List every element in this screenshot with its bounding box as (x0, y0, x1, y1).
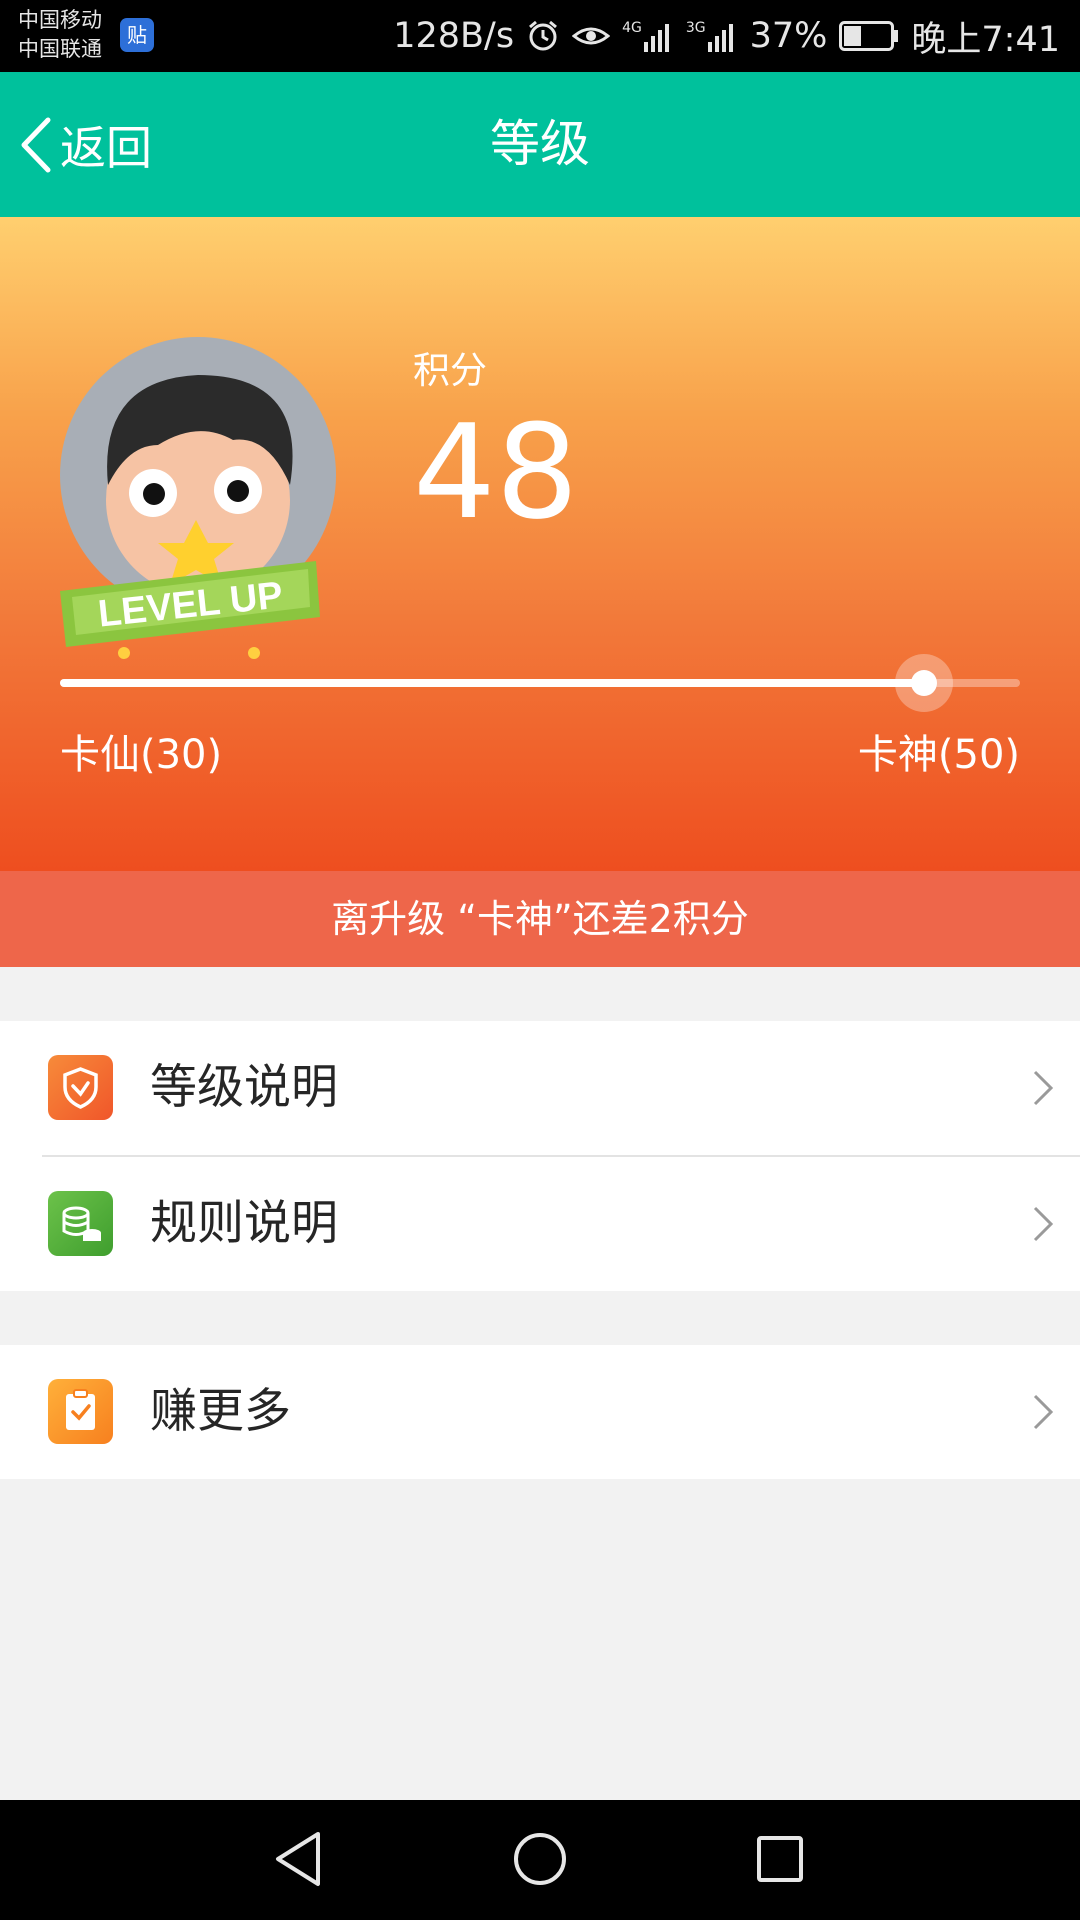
back-triangle-icon[interactable] (272, 1830, 324, 1888)
level-hero: LEVEL UP 积分 48 卡仙(30) 卡神(50) (0, 217, 1080, 871)
alarm-icon (529, 20, 558, 51)
progress-knob (895, 654, 953, 712)
battery-icon (839, 21, 899, 51)
current-level-label: 卡仙(30) (60, 732, 223, 778)
earn-more-row[interactable]: 赚更多 (0, 1345, 1080, 1479)
network-speed: 128B/s (393, 16, 515, 56)
level-progress-bar (60, 654, 1020, 712)
chevron-right-icon (1033, 1206, 1054, 1242)
clock: 晚上7:41 (911, 19, 1060, 60)
signal-1-icon (643, 24, 669, 52)
clipboard-check-icon (48, 1379, 113, 1444)
notification-icon: 贴 (120, 18, 154, 52)
earn-more-label: 赚更多 (150, 1384, 291, 1439)
status-icons: 128B/s 4G 3G 37% 晚上7:41 (393, 0, 1060, 72)
chevron-right-icon (1033, 1394, 1054, 1430)
coins-icon (48, 1191, 113, 1256)
status-bar: 中国移动 中国联通 贴 128B/s 4G 3G 37% 晚上7:41 (0, 0, 1080, 72)
signal-2-icon (707, 24, 733, 52)
title-bar: 返回 等级 (0, 72, 1080, 217)
next-level-label: 卡神(50) (857, 732, 1020, 778)
eye-comfort-icon (572, 27, 611, 45)
battery-percent: 37% (749, 16, 828, 56)
level-info-label: 等级说明 (150, 1060, 338, 1115)
points-value: 48 (413, 396, 579, 548)
network-type-2: 3G (685, 20, 706, 36)
shield-icon (48, 1055, 113, 1120)
carrier-2: 中国联通 (18, 37, 102, 61)
rules-info-label: 规则说明 (150, 1196, 338, 1251)
avatar[interactable]: LEVEL UP (58, 335, 338, 665)
upgrade-notice: 离升级 “卡神”还差2积分 (0, 871, 1080, 967)
points-label: 积分 (413, 349, 487, 392)
rules-info-row[interactable]: 规则说明 (0, 1157, 1080, 1291)
level-info-row[interactable]: 等级说明 (0, 1021, 1080, 1155)
menu-group-2: 赚更多 (0, 1345, 1080, 1479)
menu-group-1: 等级说明 规则说明 (0, 1021, 1080, 1291)
signal-2: 3G (686, 20, 738, 52)
carrier-info: 中国移动 中国联通 (18, 6, 102, 64)
home-circle-icon[interactable] (512, 1830, 568, 1888)
signal-1: 4G (622, 20, 674, 52)
system-nav-bar (0, 1800, 1080, 1920)
page-title: 等级 (490, 115, 590, 173)
level-up-avatar-icon: LEVEL UP (60, 337, 336, 659)
chevron-right-icon (1033, 1070, 1054, 1106)
recents-square-icon[interactable] (754, 1830, 806, 1888)
carrier-1: 中国移动 (18, 8, 102, 32)
network-type-1: 4G (622, 20, 642, 36)
progress-fill (60, 679, 924, 687)
